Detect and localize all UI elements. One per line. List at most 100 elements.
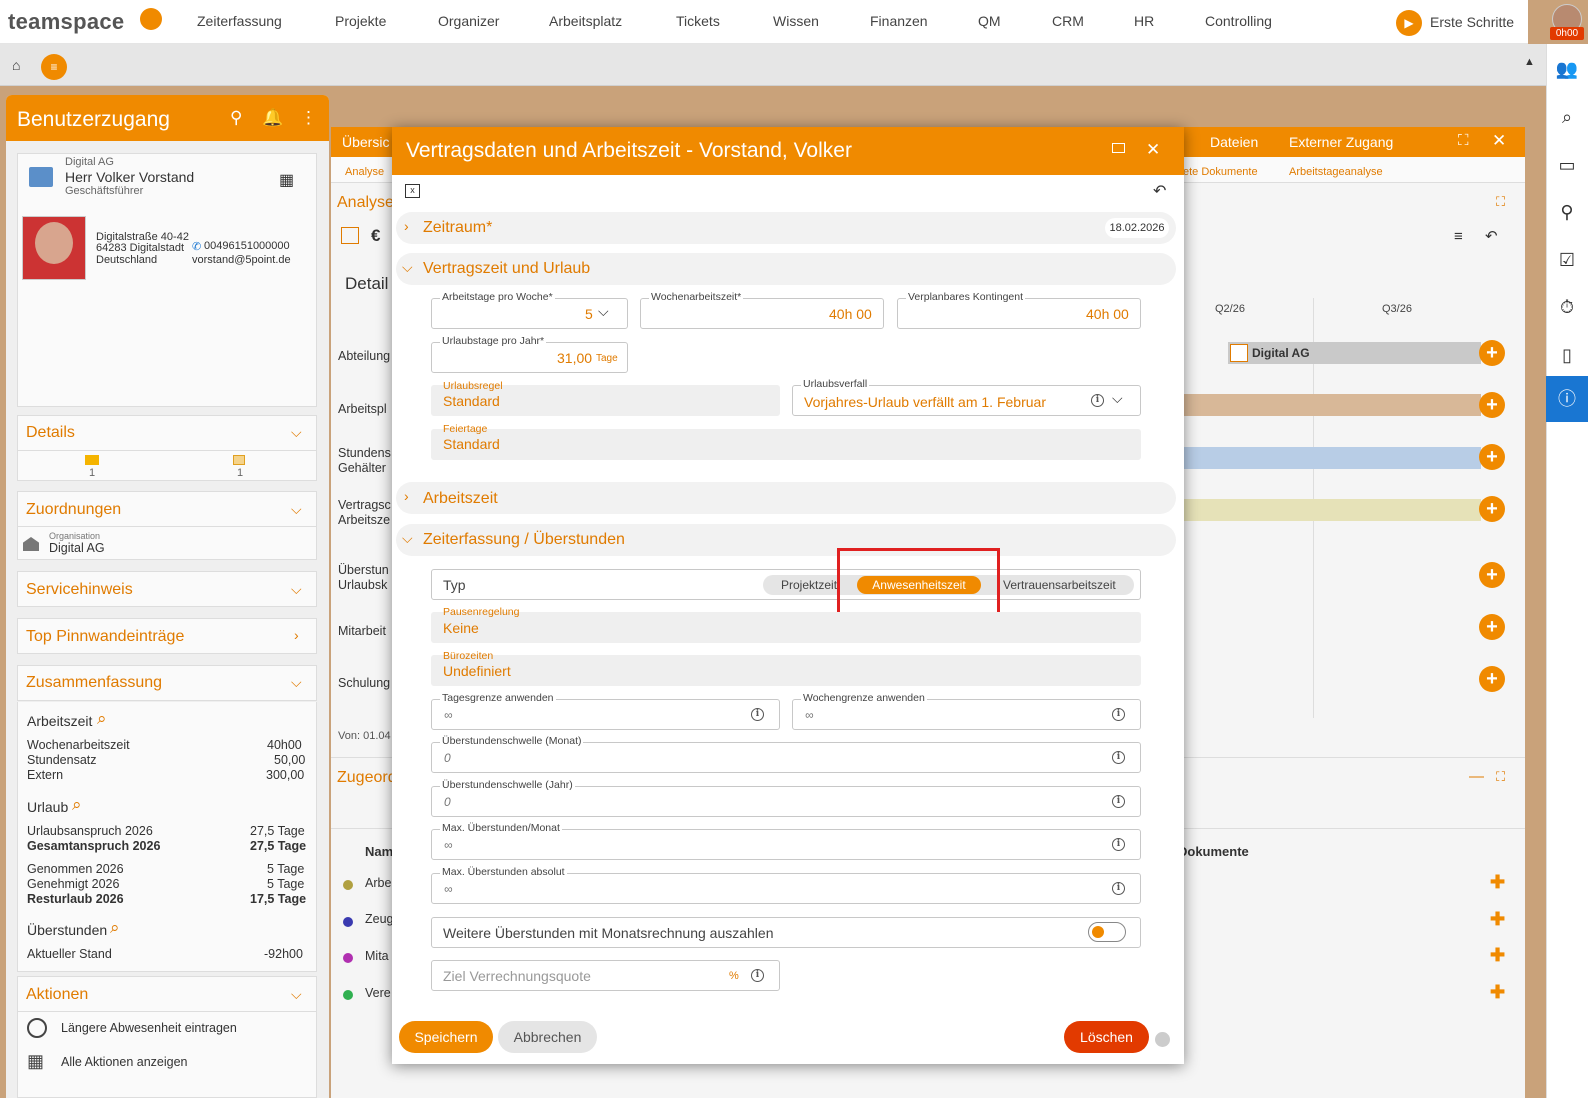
chevron-down-icon[interactable]: ⌵: [598, 303, 609, 320]
abbrechen-button[interactable]: Abbrechen: [498, 1021, 597, 1053]
more-vertical-icon[interactable]: ⋮: [300, 108, 317, 128]
list-item[interactable]: Zeug: [365, 912, 394, 926]
home-icon[interactable]: ⌂: [12, 57, 20, 73]
nav-crm[interactable]: CRM: [1052, 13, 1084, 29]
info-icon[interactable]: i: [1112, 751, 1125, 764]
timeline-bar-stundensatz[interactable]: [1183, 447, 1481, 469]
checklist-icon[interactable]: ☑: [1554, 247, 1580, 273]
subtab-dokumente[interactable]: ete Dokumente: [1183, 166, 1258, 178]
pin-icon[interactable]: ⚲: [1554, 199, 1580, 225]
erste-schritte-link[interactable]: Erste Schritte: [1430, 14, 1514, 30]
info-icon[interactable]: i: [751, 969, 764, 982]
list-item[interactable]: Arbe: [365, 876, 391, 890]
nav-arbeitsplatz[interactable]: Arbeitsplatz: [549, 13, 622, 29]
speichern-button[interactable]: Speichern: [399, 1021, 493, 1053]
users-icon[interactable]: 👥: [1554, 56, 1580, 82]
timeline-bar-arbeitsplatz[interactable]: [1183, 394, 1481, 416]
nav-organizer[interactable]: Organizer: [438, 13, 499, 29]
undo-icon[interactable]: ↶: [1153, 181, 1166, 201]
undo-icon[interactable]: ↶: [1485, 227, 1498, 245]
tab-dateien[interactable]: Dateien: [1210, 134, 1258, 150]
close-icon[interactable]: ✕: [1146, 140, 1160, 160]
chevron-right-icon[interactable]: ›: [294, 627, 299, 643]
search-icon[interactable]: ⌕: [97, 709, 107, 729]
section-arbeitszeit[interactable]: [396, 482, 1176, 514]
info-icon[interactable]: i: [1112, 838, 1125, 851]
nav-finanzen[interactable]: Finanzen: [870, 13, 928, 29]
info-icon[interactable]: i: [1112, 882, 1125, 895]
user-email[interactable]: vorstand@5point.de: [192, 254, 291, 266]
tab-uebersicht[interactable]: Übersic: [342, 134, 389, 150]
edit-icon[interactable]: [1230, 344, 1248, 362]
chevron-right-icon[interactable]: ›: [404, 218, 409, 234]
nav-qm[interactable]: QM: [978, 13, 1001, 29]
add-icon[interactable]: ✚: [1490, 872, 1505, 893]
stopwatch-icon[interactable]: ⏱: [1554, 294, 1580, 320]
tab-externer-zugang[interactable]: Externer Zugang: [1289, 134, 1393, 150]
nav-controlling[interactable]: Controlling: [1205, 13, 1272, 29]
bell-icon[interactable]: 🔔: [262, 108, 283, 128]
zeitraum-date[interactable]: 18.02.2026: [1105, 218, 1169, 238]
add-icon[interactable]: ✚: [1490, 982, 1505, 1003]
grid-icon[interactable]: ▦: [279, 170, 294, 190]
loeschen-button[interactable]: Löschen: [1064, 1021, 1149, 1053]
aktion-alle-anzeigen[interactable]: Alle Aktionen anzeigen: [61, 1055, 187, 1069]
add-button[interactable]: +: [1479, 562, 1505, 588]
expand-icon[interactable]: ⛶: [1496, 769, 1505, 785]
add-icon[interactable]: ✚: [1490, 909, 1505, 930]
subtab-arbeitstageanalyse[interactable]: Arbeitstageanalyse: [1289, 166, 1383, 178]
nav-wissen[interactable]: Wissen: [773, 13, 819, 29]
close-icon[interactable]: ✕: [1492, 131, 1506, 151]
add-button[interactable]: +: [1479, 392, 1505, 418]
folder-icon[interactable]: [85, 455, 99, 465]
chevron-down-icon[interactable]: ⌵: [291, 674, 302, 691]
nav-tickets[interactable]: Tickets: [676, 13, 720, 29]
chevron-down-icon[interactable]: ⌵: [1112, 390, 1123, 407]
chevron-down-icon[interactable]: ⌵: [291, 424, 302, 441]
info-icon[interactable]: i: [1112, 795, 1125, 808]
add-button[interactable]: +: [1479, 496, 1505, 522]
column-name[interactable]: Nam: [365, 844, 393, 859]
search-icon[interactable]: ⌕: [1554, 104, 1580, 130]
app-logo[interactable]: teamspace: [8, 9, 124, 35]
nav-hr[interactable]: HR: [1134, 13, 1154, 29]
search-icon[interactable]: ⌕: [72, 795, 82, 815]
chevron-right-icon[interactable]: ›: [404, 488, 409, 504]
column-dokumente[interactable]: Dokumente: [1178, 844, 1249, 859]
feiertage-field[interactable]: [431, 429, 1141, 460]
expand-icon[interactable]: ⛶: [1496, 194, 1505, 210]
org-value[interactable]: Digital AG: [49, 541, 105, 555]
add-button[interactable]: +: [1479, 340, 1505, 366]
nav-zeiterfassung[interactable]: Zeiterfassung: [197, 13, 282, 29]
typ-option-vertrauensarbeitszeit[interactable]: Vertrauensarbeitszeit: [1003, 578, 1116, 592]
add-button[interactable]: +: [1479, 444, 1505, 470]
restore-window-icon[interactable]: [1112, 143, 1125, 153]
typ-option-projektzeit[interactable]: Projektzeit: [781, 578, 837, 592]
pausen-field[interactable]: [431, 612, 1141, 643]
add-button[interactable]: +: [1479, 614, 1505, 640]
chevron-down-icon[interactable]: ⌵: [402, 259, 413, 276]
menu-icon[interactable]: ≡: [41, 54, 67, 80]
user-name[interactable]: Herr Volker Vorstand: [65, 169, 194, 185]
section-zeitraum[interactable]: [396, 212, 1176, 244]
briefcase-icon[interactable]: ▭: [1554, 152, 1580, 178]
pin-icon[interactable]: ⚲: [230, 108, 242, 128]
subtab-analyse[interactable]: Analyse: [345, 166, 384, 178]
timeline-bar-vertrag[interactable]: [1183, 499, 1481, 521]
chevron-down-icon[interactable]: ⌵: [291, 581, 302, 598]
info-icon[interactable]: i: [1112, 708, 1125, 721]
excel-export-icon[interactable]: x: [405, 184, 420, 198]
info-icon[interactable]: i: [751, 708, 764, 721]
mobile-icon[interactable]: ▯: [1554, 342, 1580, 368]
report-icon[interactable]: [341, 227, 359, 244]
info-icon[interactable]: i: [1091, 394, 1104, 407]
list-item[interactable]: Mita: [365, 949, 389, 963]
maximize-icon[interactable]: ⛶: [1458, 132, 1469, 149]
filter-icon[interactable]: ≡: [1454, 228, 1463, 245]
add-button[interactable]: +: [1479, 666, 1505, 692]
user-icon[interactable]: [1155, 1032, 1170, 1047]
list-item[interactable]: Vere: [365, 986, 391, 1000]
aktion-abwesenheit[interactable]: Längere Abwesenheit eintragen: [61, 1021, 237, 1035]
search-icon[interactable]: ⌕: [110, 918, 120, 938]
euro-icon[interactable]: €: [371, 226, 380, 246]
